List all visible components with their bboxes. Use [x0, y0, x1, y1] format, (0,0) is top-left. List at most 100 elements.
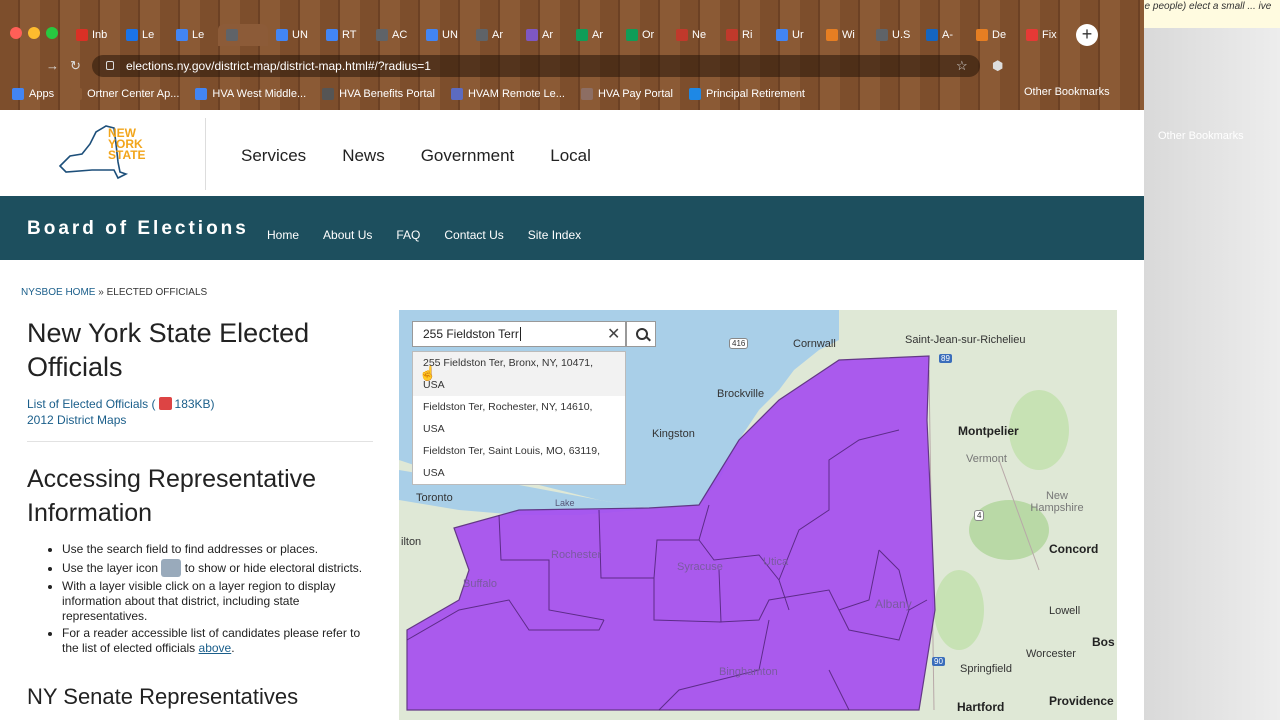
browser-tab[interactable]: [218, 24, 268, 46]
tab-favicon-icon: [276, 29, 288, 41]
bookmark-item[interactable]: HVA Benefits Portal: [322, 86, 435, 102]
bookmark-label: Apps: [29, 88, 55, 100]
browser-tab[interactable]: Ri: [718, 24, 768, 46]
bookmark-item[interactable]: Principal Retirement: [688, 86, 805, 102]
district-map[interactable]: Saint-Jean-sur-Richelieu Cornwall Brockv…: [399, 310, 1117, 720]
boe-nav-site-index[interactable]: Site Index: [528, 228, 581, 242]
reload-icon[interactable]: ↻: [70, 58, 81, 74]
address-bar[interactable]: elections.ny.gov/district-map/district-m…: [92, 55, 980, 77]
close-window-button[interactable]: [10, 27, 22, 39]
boe-title[interactable]: Board of Elections: [27, 218, 249, 240]
route-89-shield: 89: [939, 354, 952, 363]
text-cursor: [519, 327, 521, 341]
lock-icon: [106, 61, 114, 70]
tab-favicon-icon: [126, 29, 138, 41]
browser-tab[interactable]: Inb: [68, 24, 118, 46]
new-tab-button[interactable]: +: [1076, 24, 1098, 46]
map-label-binghamton: Binghamton: [719, 666, 778, 678]
tab-favicon-icon: [826, 29, 838, 41]
browser-tab[interactable]: UN: [268, 24, 318, 46]
browser-tab[interactable]: Ar: [518, 24, 568, 46]
tab-label: De: [992, 29, 1007, 41]
maximize-window-button[interactable]: [46, 27, 58, 39]
boe-nav-home[interactable]: Home: [267, 228, 299, 242]
tab-favicon-icon: [576, 29, 588, 41]
map-label-buffalo: Buffalo: [463, 578, 498, 590]
boe-nav-contact[interactable]: Contact Us: [444, 228, 503, 242]
tab-favicon-icon: [326, 29, 338, 41]
browser-tab[interactable]: Wi: [818, 24, 868, 46]
tab-label: AC: [392, 29, 408, 41]
extension-icon[interactable]: ⬢: [992, 58, 1003, 74]
bookmark-item[interactable]: HVAM Remote Le...: [450, 86, 565, 102]
map-label-new-hampshire: New Hampshire: [1030, 490, 1084, 514]
bookmark-item[interactable]: HVA Pay Portal: [580, 86, 673, 102]
browser-tab[interactable]: Le: [118, 24, 168, 46]
breadcrumb-home[interactable]: NYSBOE HOME: [21, 287, 95, 298]
address-search-input[interactable]: 255 Fieldston Terr: [412, 321, 626, 347]
bookmark-label: Principal Retirement: [705, 88, 805, 100]
search-input-value: 255 Fieldston Terr: [423, 327, 519, 341]
tab-label: Ri: [742, 29, 753, 41]
elected-officials-list-link[interactable]: List of Elected Officials: [27, 397, 148, 411]
suggestion-line: 255 Fieldston Ter, Bronx, NY, 10471,: [423, 357, 594, 369]
browser-tab[interactable]: AC: [368, 24, 418, 46]
clear-search-icon[interactable]: ✕: [607, 324, 620, 344]
suggestion-item[interactable]: 255 Fieldston Ter, Bronx, NY, 10471, USA: [413, 352, 625, 396]
ny-state-logo[interactable]: NEW YORK STATE: [52, 122, 156, 184]
browser-tab[interactable]: U.S: [868, 24, 918, 46]
browser-tab[interactable]: RT: [318, 24, 368, 46]
instruction-text: With a layer visible click on a layer re…: [62, 579, 336, 623]
tab-label: Ar: [542, 29, 553, 41]
ny-gov-header: NEW YORK STATE Services News Government …: [0, 110, 1144, 196]
bookmark-label: HVA West Middle...: [212, 88, 307, 100]
bookmark-item[interactable]: Apps: [12, 86, 54, 102]
bookmark-item[interactable]: Ortner Center Ap...: [70, 86, 179, 102]
list-file-size: 183KB: [174, 397, 211, 411]
browser-tab[interactable]: De: [968, 24, 1018, 46]
bookmark-favicon-icon: [450, 88, 463, 100]
browser-tab[interactable]: UN: [418, 24, 468, 46]
suggestion-item[interactable]: Fieldston Ter, Saint Louis, MO, 63119, U…: [413, 440, 625, 484]
above-link[interactable]: above: [199, 641, 232, 655]
browser-tab[interactable]: Fix: [1018, 24, 1068, 46]
suggestion-line: USA: [423, 379, 445, 391]
browser-tab[interactable]: Le: [168, 24, 218, 46]
boe-nav-faq[interactable]: FAQ: [396, 228, 420, 242]
browser-tab[interactable]: Ne: [668, 24, 718, 46]
tab-label: Ur: [792, 29, 804, 41]
browser-chrome: Inb Le Le UN RT AC UN Ar Ar Ar Or Ne Ri Ur Wi U.S A- De Fi…: [0, 0, 1144, 110]
tab-label: Or: [642, 29, 655, 41]
map-label-providence: Providence: [1049, 694, 1114, 708]
search-button[interactable]: [626, 321, 656, 347]
browser-tab[interactable]: Ur: [768, 24, 818, 46]
minimize-window-button[interactable]: [28, 27, 40, 39]
browser-tab[interactable]: Ar: [568, 24, 618, 46]
browser-tab[interactable]: A-: [918, 24, 968, 46]
logo-state: STATE: [108, 148, 146, 162]
browser-tab[interactable]: Or: [618, 24, 668, 46]
instruction-text: to show or hide electoral districts.: [184, 561, 363, 575]
header-divider: [205, 118, 206, 190]
breadcrumb-separator: »: [98, 287, 104, 298]
breadcrumb-current: ELECTED OFFICIALS: [106, 287, 208, 298]
district-maps-link[interactable]: 2012 District Maps: [27, 412, 215, 428]
bookmark-star-icon[interactable]: ☆: [956, 58, 968, 74]
suggestion-item[interactable]: Fieldston Ter, Rochester, NY, 14610, USA: [413, 396, 625, 440]
tab-favicon-icon: [1026, 29, 1038, 41]
nav-services[interactable]: Services: [241, 146, 306, 166]
document-links: List of Elected Officials (183KB) 2012 D…: [27, 397, 215, 428]
bookmark-item[interactable]: HVA West Middle...: [195, 86, 306, 102]
browser-tab[interactable]: Ar: [468, 24, 518, 46]
map-label-lake: Lake: [555, 498, 575, 508]
map-label-hartford: Hartford: [957, 700, 1005, 714]
nav-government[interactable]: Government: [421, 146, 515, 166]
boe-nav-about[interactable]: About Us: [323, 228, 372, 242]
forward-icon[interactable]: →: [46, 58, 59, 73]
nav-local[interactable]: Local: [550, 146, 591, 166]
list-item: With a layer visible click on a layer re…: [62, 579, 378, 624]
other-bookmarks-link[interactable]: Other Bookmarks: [1024, 86, 1110, 98]
nav-news[interactable]: News: [342, 146, 385, 166]
tab-favicon-icon: [726, 29, 738, 41]
route-4-shield: 4: [974, 510, 985, 521]
